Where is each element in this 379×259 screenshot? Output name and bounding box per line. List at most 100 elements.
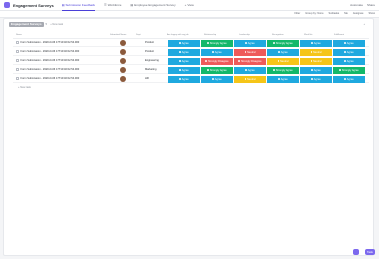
status-cell[interactable]: Agree	[168, 66, 200, 74]
status-cell[interactable]: Strongly Agree	[333, 66, 365, 74]
status-label: Agree	[346, 41, 354, 45]
plus-icon: +	[184, 3, 187, 7]
tab-submission-feedback[interactable]: ▤ Submission Feedback	[61, 0, 96, 11]
table-row[interactable]: Form Submission - #420-D-06 17T10:40:02.…	[13, 48, 369, 56]
status-cell[interactable]: Strongly Agree	[267, 39, 299, 47]
status-cell[interactable]: Agree	[300, 66, 332, 74]
status-label: Strongly Agree	[341, 68, 359, 72]
row-name[interactable]: Form Submission - #420-D-06 17T10:40:02.…	[16, 68, 79, 71]
status-dot-icon	[238, 60, 240, 62]
row-checkbox[interactable]	[16, 41, 19, 44]
status-label: Strongly Agree	[275, 41, 293, 45]
column-header-submitted-name[interactable]: Submitted Name	[110, 34, 126, 37]
row-name[interactable]: Form Submission - #420-D-06 17T10:40:02.…	[16, 50, 79, 53]
table-row[interactable]: Form Submission - #420-D-06 17T10:40:02.…	[13, 57, 369, 65]
status-dot-icon	[273, 42, 275, 44]
status-cell[interactable]: Agree	[300, 75, 332, 83]
status-label: Agree	[247, 68, 255, 72]
status-cell[interactable]: Neutral	[267, 57, 299, 65]
status-cell[interactable]: Strongly Disagree	[201, 57, 233, 65]
dept-value[interactable]: Product	[145, 41, 154, 44]
avatar[interactable]	[120, 67, 126, 73]
subtasks-button[interactable]: Subtasks	[329, 12, 340, 15]
avatar[interactable]	[120, 40, 126, 46]
toolbar: Filter Group by: None Subtasks Me Assign…	[0, 11, 379, 18]
table-row[interactable]: Form Submission - #420-D-06 17T10:40:02.…	[13, 39, 369, 47]
column-header-fulfillment[interactable]: Fulfillment	[334, 34, 344, 37]
status-cell[interactable]: Agree	[333, 48, 365, 56]
me-button[interactable]: Me	[344, 12, 348, 15]
table-row[interactable]: Form Submission - #420-D-06 17T10:40:02.…	[13, 75, 369, 83]
add-column-button[interactable]: +	[363, 23, 365, 26]
status-cell[interactable]: Agree	[234, 66, 266, 74]
column-header-leadership[interactable]: Leadership	[239, 34, 250, 37]
column-header-work-life[interactable]: Work life	[304, 34, 312, 37]
group-new-task[interactable]: + New task	[50, 23, 63, 26]
avatar[interactable]	[120, 49, 126, 55]
status-cell[interactable]: Agree	[333, 75, 365, 83]
dept-value[interactable]: Marketing	[145, 68, 156, 71]
dept-value[interactable]: Engineering	[145, 59, 159, 62]
tab-workforce[interactable]: ☰ Workforce	[104, 0, 121, 11]
form-icon: ▤	[61, 2, 65, 7]
group-by-button[interactable]: Group by: None	[305, 12, 323, 15]
assignee-button[interactable]: Assignee	[353, 12, 364, 15]
status-label: Neutral	[280, 59, 289, 63]
group-label[interactable]: Engagement Surveys	[9, 21, 44, 27]
status-cell[interactable]: Agree	[168, 39, 200, 47]
status-cell[interactable]: Agree	[201, 48, 233, 56]
status-label: Agree	[346, 50, 354, 54]
row-checkbox[interactable]	[16, 68, 19, 71]
status-cell[interactable]: Agree	[267, 75, 299, 83]
status-cell[interactable]: Strongly Disagree	[234, 57, 266, 65]
status-label: Agree	[214, 50, 222, 54]
status-cell[interactable]: Neutral	[234, 48, 266, 56]
dept-value[interactable]: Product	[145, 50, 154, 53]
column-header-happy[interactable]: Are happy with my job	[167, 34, 189, 37]
status-cell[interactable]: Agree	[234, 39, 266, 47]
column-header-dept[interactable]: Dept	[136, 34, 141, 37]
dept-value[interactable]: HR	[145, 77, 149, 80]
column-header-name[interactable]: Name	[16, 34, 22, 37]
status-cell[interactable]: Strongly Agree	[201, 39, 233, 47]
task-button[interactable]: Task	[364, 249, 375, 255]
status-dot-icon	[344, 51, 346, 53]
status-cell[interactable]: Neutral	[300, 48, 332, 56]
column-header-relationship[interactable]: Relationship	[204, 34, 216, 37]
share-button[interactable]: Share	[367, 3, 375, 7]
status-cell[interactable]: Agree	[168, 75, 200, 83]
row-name[interactable]: Form Submission - #420-D-06 17T10:40:02.…	[16, 41, 79, 44]
status-cell[interactable]: Agree	[168, 48, 200, 56]
column-header-recognition[interactable]: Recognition	[272, 34, 284, 37]
avatar[interactable]	[120, 76, 126, 82]
row-name[interactable]: Form Submission - #420-D-06 17T10:40:02.…	[16, 77, 79, 80]
table-row[interactable]: Form Submission - #420-D-06 17T10:40:02.…	[13, 66, 369, 74]
avatar[interactable]	[120, 58, 126, 64]
status-cell[interactable]: Neutral	[300, 57, 332, 65]
status-cell[interactable]: Strongly Agree	[267, 66, 299, 74]
group-header[interactable]: Engagement Surveys 5 + New task	[9, 21, 63, 27]
automate-button[interactable]: Automate	[350, 3, 363, 7]
tab-add-view[interactable]: + View	[185, 0, 194, 11]
status-cell[interactable]: Neutral	[234, 75, 266, 83]
status-cell[interactable]: Agree	[333, 57, 365, 65]
row-name-text: Form Submission - #420-D-06 17T10:40:02.…	[20, 59, 80, 62]
status-cell[interactable]: Agree	[201, 75, 233, 83]
filter-button[interactable]: Filter	[294, 12, 300, 15]
status-cell[interactable]: Agree	[300, 39, 332, 47]
status-dot-icon	[344, 78, 346, 80]
tab-employee-engagement-survey[interactable]: ▤ Employee Engagement Survey	[130, 0, 175, 11]
status-cell[interactable]: Agree	[333, 39, 365, 47]
row-checkbox[interactable]	[16, 50, 19, 53]
row-checkbox[interactable]	[16, 59, 19, 62]
status-label: Agree	[181, 77, 189, 81]
new-task-button[interactable]: + New task	[18, 86, 31, 89]
row-name[interactable]: Form Submission - #420-D-06 17T10:40:02.…	[16, 59, 79, 62]
status-cell[interactable]: Strongly Agree	[201, 66, 233, 74]
row-checkbox[interactable]	[16, 77, 19, 80]
chat-button[interactable]	[353, 249, 359, 255]
status-cell[interactable]: Agree	[168, 57, 200, 65]
top-actions: Automate Share	[350, 3, 375, 7]
show-button[interactable]: Show	[369, 12, 376, 15]
status-cell[interactable]: Agree	[267, 48, 299, 56]
